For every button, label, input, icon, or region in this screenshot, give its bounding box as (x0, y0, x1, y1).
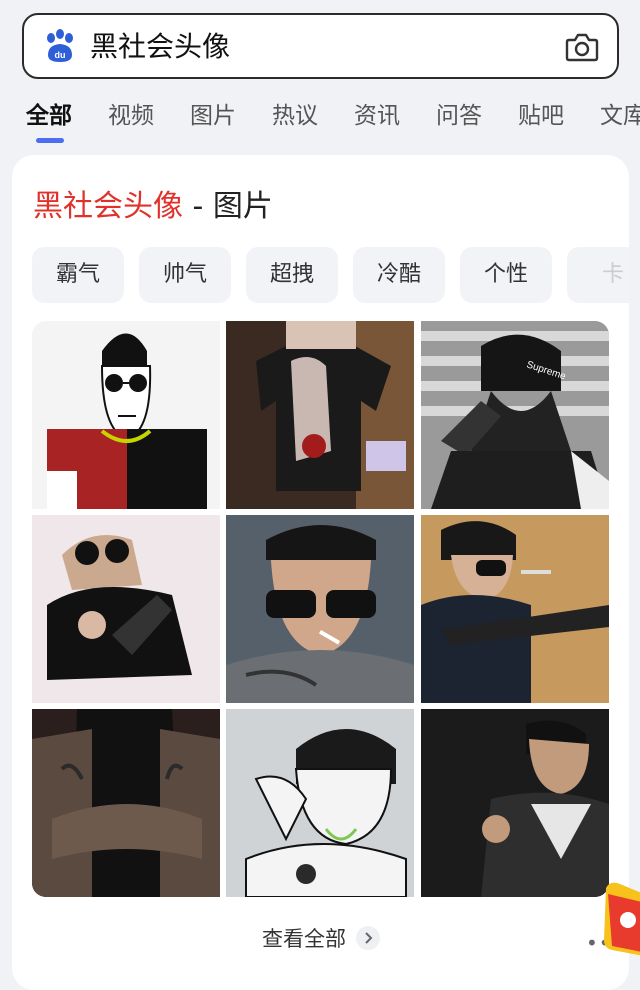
card-title[interactable]: 黑社会头像 - 图片 (33, 187, 273, 227)
image-thumbnail[interactable] (32, 515, 220, 703)
image-grid: Supreme (32, 321, 609, 897)
title-suffix: 图片 (212, 189, 273, 224)
chip-card[interactable]: 卡 (567, 247, 629, 303)
tab-bar: 全部 视频 图片 热议 资讯 问答 贴吧 文库 (0, 92, 640, 144)
filter-chips: 霸气 帅气 超拽 冷酷 个性 卡 (32, 247, 629, 303)
view-all-button[interactable]: 查看全部 (262, 923, 380, 953)
image-thumbnail[interactable] (226, 515, 414, 703)
sunglasses-gun-image (32, 515, 220, 703)
baidu-paw-logo: du (47, 29, 73, 62)
title-separator: - (192, 189, 204, 224)
view-all-label: 查看全部 (262, 927, 346, 951)
tab-all[interactable]: 全部 (26, 96, 72, 130)
camera-icon[interactable] (565, 31, 599, 63)
title-keyword: 黑社会头像 (33, 189, 183, 224)
image-thumbnail[interactable] (421, 709, 609, 897)
chip-cool-swag[interactable]: 超拽 (246, 247, 338, 303)
tab-images[interactable]: 图片 (190, 96, 236, 130)
search-input[interactable]: 黑社会头像 (90, 29, 230, 65)
tab-video[interactable]: 视频 (108, 96, 154, 130)
tab-tieba[interactable]: 贴吧 (518, 96, 564, 130)
chip-handsome[interactable]: 帅气 (139, 247, 231, 303)
image-thumbnail[interactable] (32, 709, 220, 897)
chip-personality[interactable]: 个性 (460, 247, 552, 303)
cartoon-boy-image (226, 709, 414, 897)
gun-cap-image: Supreme (421, 321, 609, 509)
chevron-right-icon (356, 926, 380, 950)
tab-discussion[interactable]: 热议 (272, 96, 318, 130)
man-in-suit-image (421, 709, 609, 897)
image-thumbnail[interactable] (226, 321, 414, 509)
cartoon-mohawk-image (32, 321, 220, 509)
image-thumbnail[interactable] (32, 321, 220, 509)
image-result-card: 黑社会头像 - 图片 霸气 帅气 超拽 冷酷 个性 卡 Supreme 查看全部 (12, 155, 629, 990)
search-bar[interactable]: du 黑社会头像 (22, 13, 619, 79)
rifle-suit-image (421, 515, 609, 703)
image-thumbnail[interactable]: Supreme (421, 321, 609, 509)
tshirt-photo-image (226, 321, 414, 509)
image-thumbnail[interactable] (421, 515, 609, 703)
floating-red-packet-icon[interactable] (600, 880, 640, 960)
chip-cold[interactable]: 冷酷 (353, 247, 445, 303)
chip-domineering[interactable]: 霸气 (32, 247, 124, 303)
tattooed-arms-image (32, 709, 220, 897)
tab-qa[interactable]: 问答 (436, 96, 482, 130)
svg-text:du: du (55, 50, 66, 60)
image-thumbnail[interactable] (226, 709, 414, 897)
tab-news[interactable]: 资讯 (354, 96, 400, 130)
active-tab-indicator (36, 138, 64, 143)
tab-wenku[interactable]: 文库 (600, 96, 640, 130)
tattoo-cigarette-image (226, 515, 414, 703)
